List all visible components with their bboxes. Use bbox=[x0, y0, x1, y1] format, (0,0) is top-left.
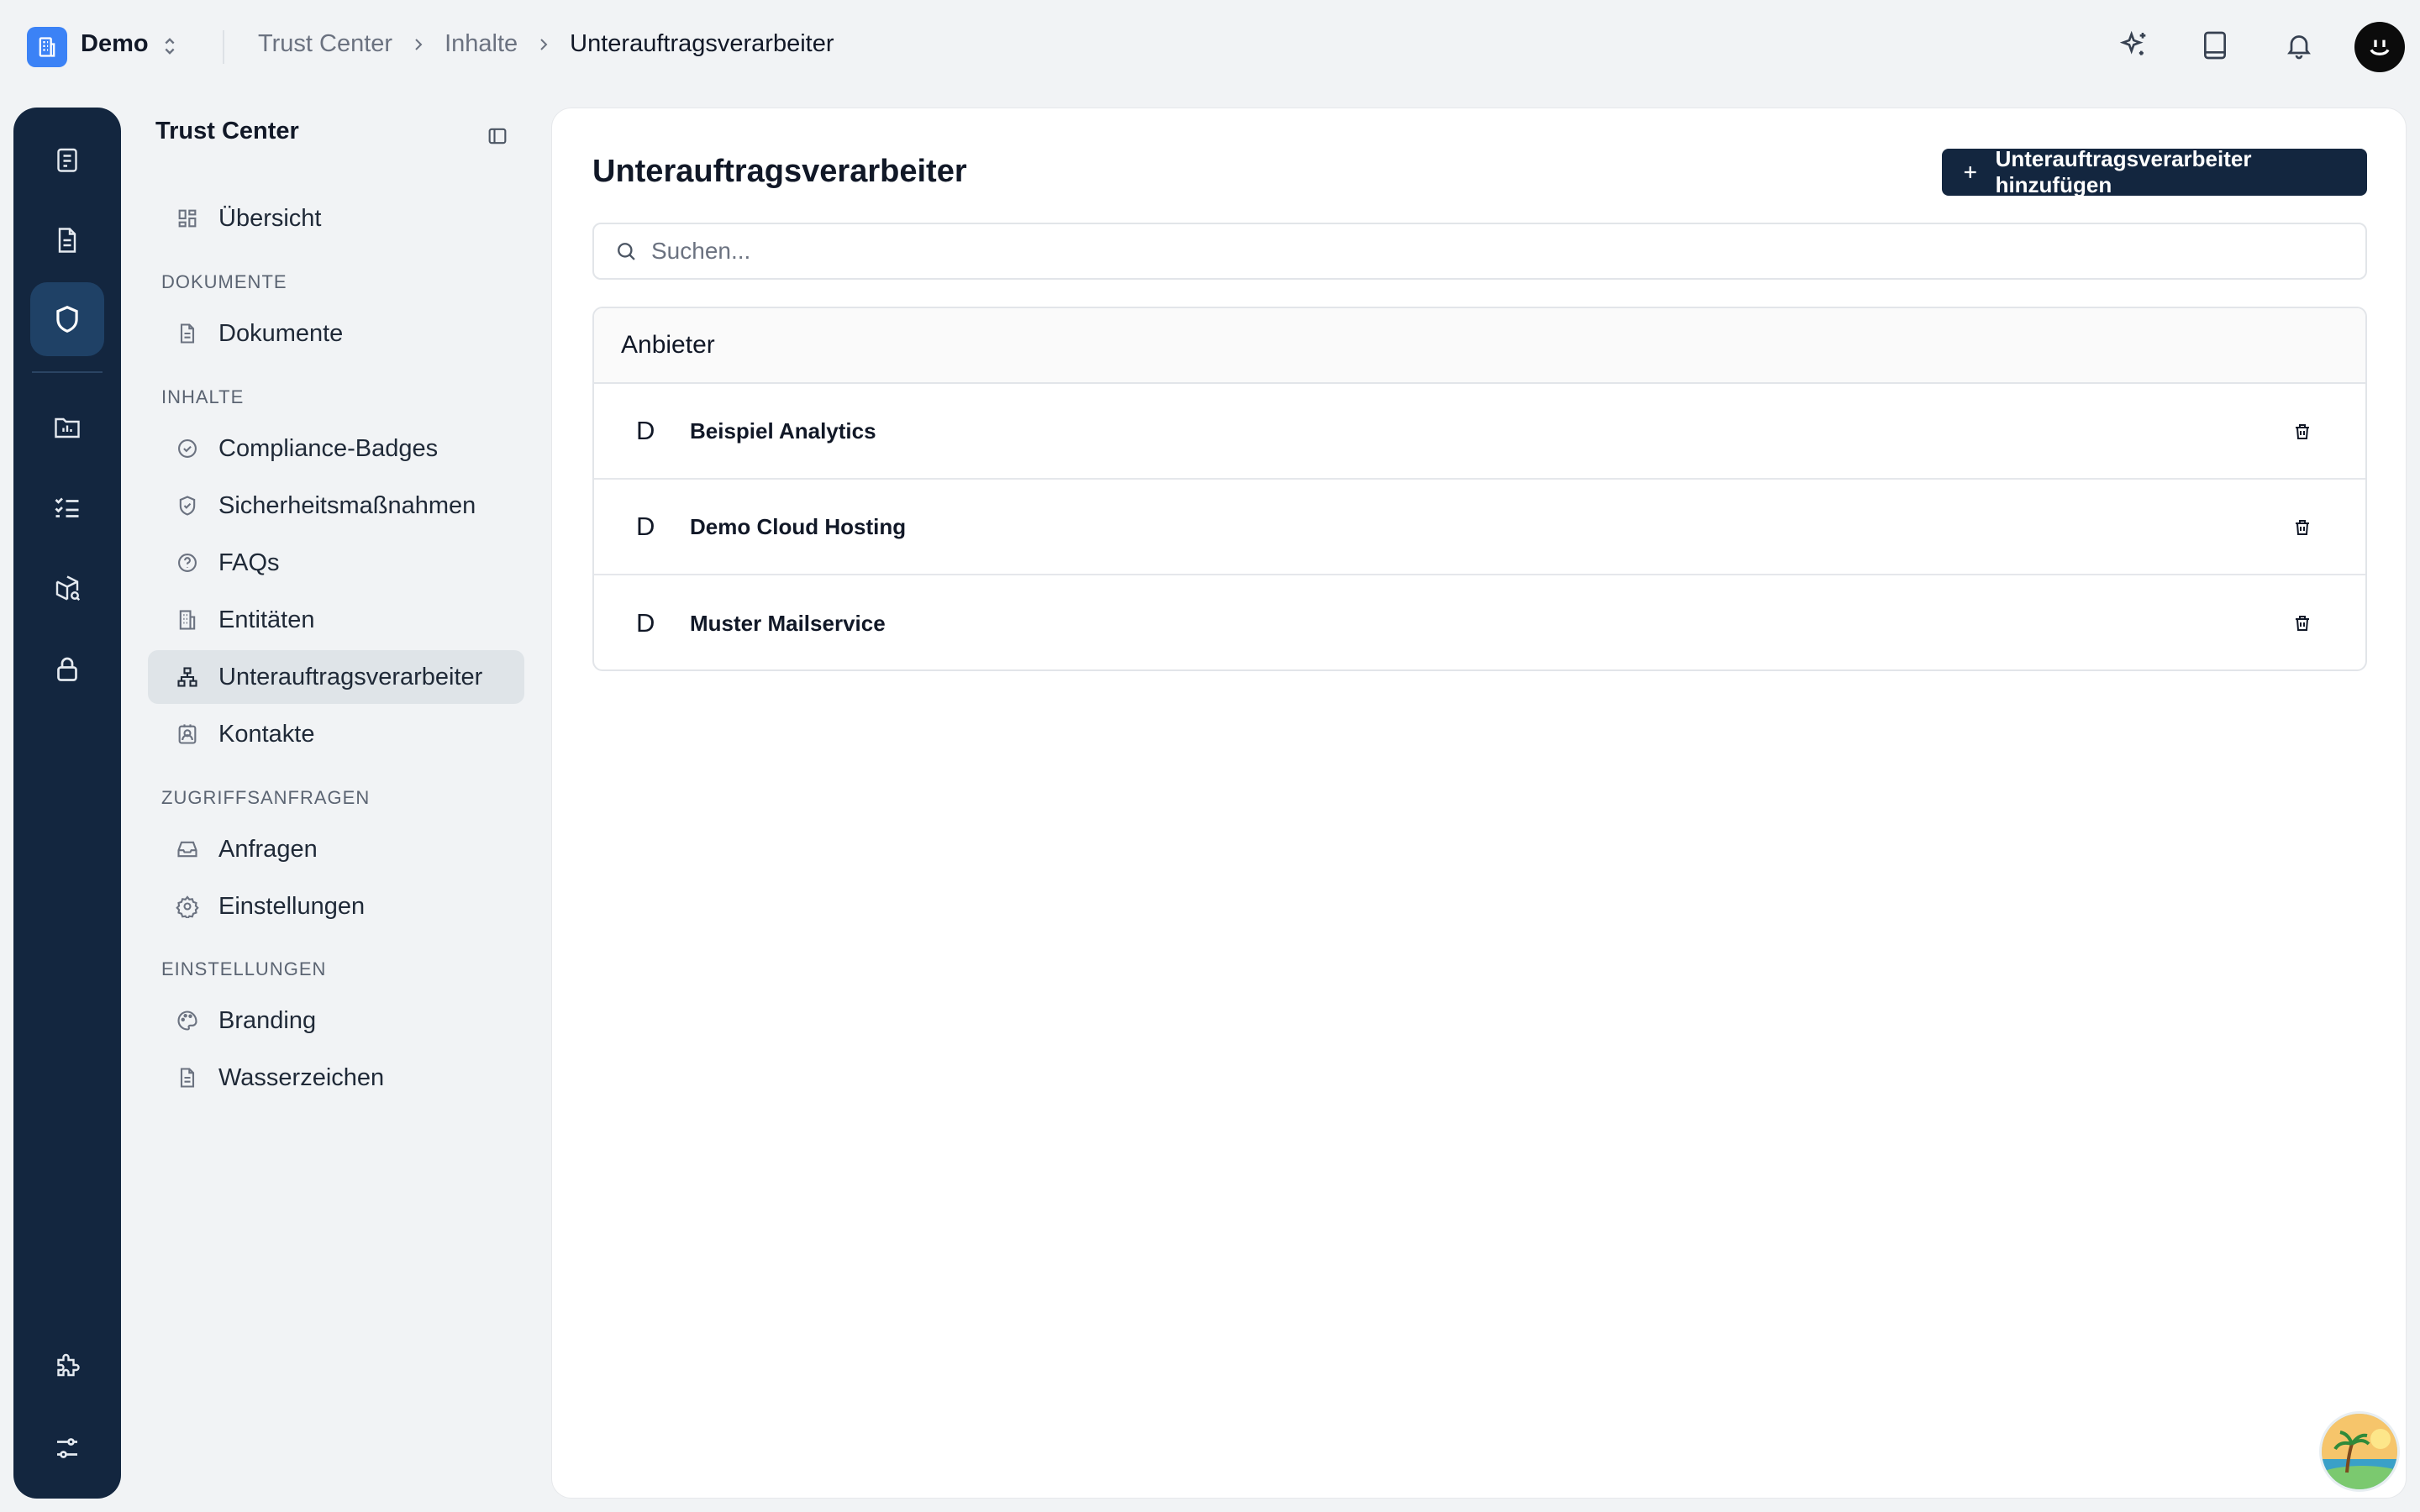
sidebar-title: Trust Center bbox=[155, 118, 299, 144]
sidebar-item-anfragen[interactable]: Anfragen bbox=[148, 822, 524, 876]
help-circle-icon bbox=[175, 550, 200, 575]
chevron-right-icon bbox=[415, 38, 423, 50]
sparkles-icon[interactable] bbox=[2114, 25, 2154, 66]
sidebar-collapse-icon[interactable] bbox=[486, 124, 509, 148]
sidebar-item-label: Unterauftragsverarbeiter bbox=[218, 663, 483, 690]
vendor-name: Demo Cloud Hosting bbox=[690, 513, 907, 539]
breadcrumb-inhalte[interactable]: Inhalte bbox=[445, 30, 518, 58]
palette-icon bbox=[175, 1008, 200, 1033]
contact-icon bbox=[175, 722, 200, 747]
rail-lock-icon[interactable] bbox=[30, 632, 104, 706]
sidebar-item-label: FAQs bbox=[218, 549, 280, 576]
user-avatar[interactable] bbox=[2354, 22, 2405, 72]
add-subprocessor-label: Unterauftragsverarbeiter hinzufügen bbox=[1995, 146, 2252, 197]
section-inhalte: INHALTE bbox=[161, 386, 245, 407]
beach-badge-icon[interactable] bbox=[2319, 1411, 2400, 1492]
rail-divider bbox=[32, 371, 103, 373]
page-title: Unterauftragsverarbeiter bbox=[592, 154, 967, 189]
bell-icon[interactable] bbox=[2279, 25, 2319, 66]
search-input[interactable] bbox=[651, 238, 2248, 265]
breadcrumb-current: Unterauftragsverarbeiter bbox=[570, 30, 834, 57]
breadcrumb: Trust Center Inhalte Unterauftragsverarb… bbox=[258, 30, 834, 58]
sidebar-item-label: Einstellungen bbox=[218, 892, 366, 920]
trust-center-sidebar: Trust Center Übersicht DOKUMENTE Dokumen… bbox=[134, 108, 538, 1499]
workspace-building-icon[interactable] bbox=[27, 27, 67, 67]
sidebar-item-compliance-badges[interactable]: Compliance-Badges bbox=[148, 422, 524, 475]
vendor-table: Anbieter D Beispiel Analytics D Demo Clo… bbox=[592, 307, 2367, 671]
sidebar-item-kontakte[interactable]: Kontakte bbox=[148, 707, 524, 761]
rail-chart-folder-icon[interactable] bbox=[30, 390, 104, 464]
vendor-initial: D bbox=[636, 512, 655, 541]
rail-shield-icon[interactable] bbox=[30, 282, 104, 356]
sidebar-item-sicherheitsmassnahmen[interactable]: Sicherheitsmaßnahmen bbox=[148, 479, 524, 533]
search-icon bbox=[618, 243, 635, 260]
sidebar-item-label: Branding bbox=[218, 1006, 317, 1034]
sidebar-item-entitaeten[interactable]: Entitäten bbox=[148, 593, 524, 647]
section-dokumente: DOKUMENTE bbox=[161, 271, 287, 292]
chevron-up-down-icon[interactable] bbox=[158, 34, 182, 59]
chevron-right-icon bbox=[540, 38, 548, 50]
sidebar-item-label: Compliance-Badges bbox=[218, 434, 439, 462]
document-icon bbox=[175, 1065, 200, 1090]
trash-icon[interactable] bbox=[2290, 515, 2315, 540]
rail-list-check-icon[interactable] bbox=[30, 470, 104, 544]
workspace-name[interactable]: Demo bbox=[81, 30, 149, 58]
trash-icon[interactable] bbox=[2290, 611, 2315, 636]
sidebar-item-label: Entitäten bbox=[218, 606, 315, 633]
trash-icon[interactable] bbox=[2290, 419, 2315, 444]
book-icon[interactable] bbox=[2195, 25, 2235, 66]
sidebar-item-label: Übersicht bbox=[218, 204, 322, 232]
sidebar-item-label: Kontakte bbox=[218, 720, 315, 748]
sidebar-item-label: Anfragen bbox=[218, 835, 318, 863]
inbox-icon bbox=[175, 837, 200, 862]
document-icon bbox=[175, 321, 200, 346]
breadcrumb-trust-center[interactable]: Trust Center bbox=[258, 30, 392, 58]
vendor-row[interactable]: D Muster Mailservice bbox=[594, 575, 2365, 669]
main-content: Unterauftragsverarbeiter Unterauftragsve… bbox=[551, 108, 2407, 1499]
icon-rail bbox=[13, 108, 121, 1499]
top-bar: Demo Trust Center Inhalte Unterauftragsv… bbox=[0, 0, 2420, 94]
sidebar-item-label: Dokumente bbox=[218, 319, 344, 347]
sidebar-item-dokumente[interactable]: Dokumente bbox=[148, 307, 524, 360]
vendor-name: Muster Mailservice bbox=[690, 610, 886, 636]
rail-package-search-icon[interactable] bbox=[30, 551, 104, 625]
rail-puzzle-icon[interactable] bbox=[30, 1331, 104, 1404]
sidebar-item-branding[interactable]: Branding bbox=[148, 994, 524, 1047]
topbar-divider bbox=[223, 30, 224, 64]
sidebar-item-unterauftragsverarbeiter[interactable]: Unterauftragsverarbeiter bbox=[148, 650, 524, 704]
section-einstellungen: EINSTELLUNGEN bbox=[161, 958, 327, 979]
sidebar-item-uebersicht[interactable]: Übersicht bbox=[148, 192, 524, 245]
building-icon bbox=[175, 607, 200, 633]
vendor-initial: D bbox=[636, 608, 655, 638]
layout-grid-icon bbox=[175, 206, 200, 231]
gear-icon bbox=[175, 894, 200, 919]
network-icon bbox=[175, 664, 200, 690]
vendor-table-header: Anbieter bbox=[594, 308, 2365, 384]
vendor-name: Beispiel Analytics bbox=[690, 417, 876, 444]
circle-check-icon bbox=[175, 436, 200, 461]
rail-document-icon[interactable] bbox=[30, 203, 104, 277]
vendor-row[interactable]: D Demo Cloud Hosting bbox=[594, 480, 2365, 575]
search-box[interactable] bbox=[592, 223, 2367, 280]
sidebar-item-wasserzeichen[interactable]: Wasserzeichen bbox=[148, 1051, 524, 1105]
sidebar-item-faqs[interactable]: FAQs bbox=[148, 536, 524, 590]
vendor-initial: D bbox=[636, 416, 655, 445]
rail-sliders-icon[interactable] bbox=[30, 1411, 104, 1485]
sidebar-item-label: Sicherheitsmaßnahmen bbox=[218, 491, 476, 519]
sidebar-item-label: Wasserzeichen bbox=[218, 1063, 385, 1091]
shield-check-icon bbox=[175, 493, 200, 518]
section-zugriffsanfragen: ZUGRIFFSANFRAGEN bbox=[161, 787, 371, 808]
rail-checklist-doc-icon[interactable] bbox=[30, 123, 104, 197]
add-subprocessor-button[interactable]: Unterauftragsverarbeiter hinzufügen bbox=[1942, 146, 2367, 197]
sidebar-item-einstellungen[interactable]: Einstellungen bbox=[148, 879, 524, 933]
vendor-row[interactable]: D Beispiel Analytics bbox=[594, 384, 2365, 480]
plus-icon bbox=[1964, 166, 1976, 178]
